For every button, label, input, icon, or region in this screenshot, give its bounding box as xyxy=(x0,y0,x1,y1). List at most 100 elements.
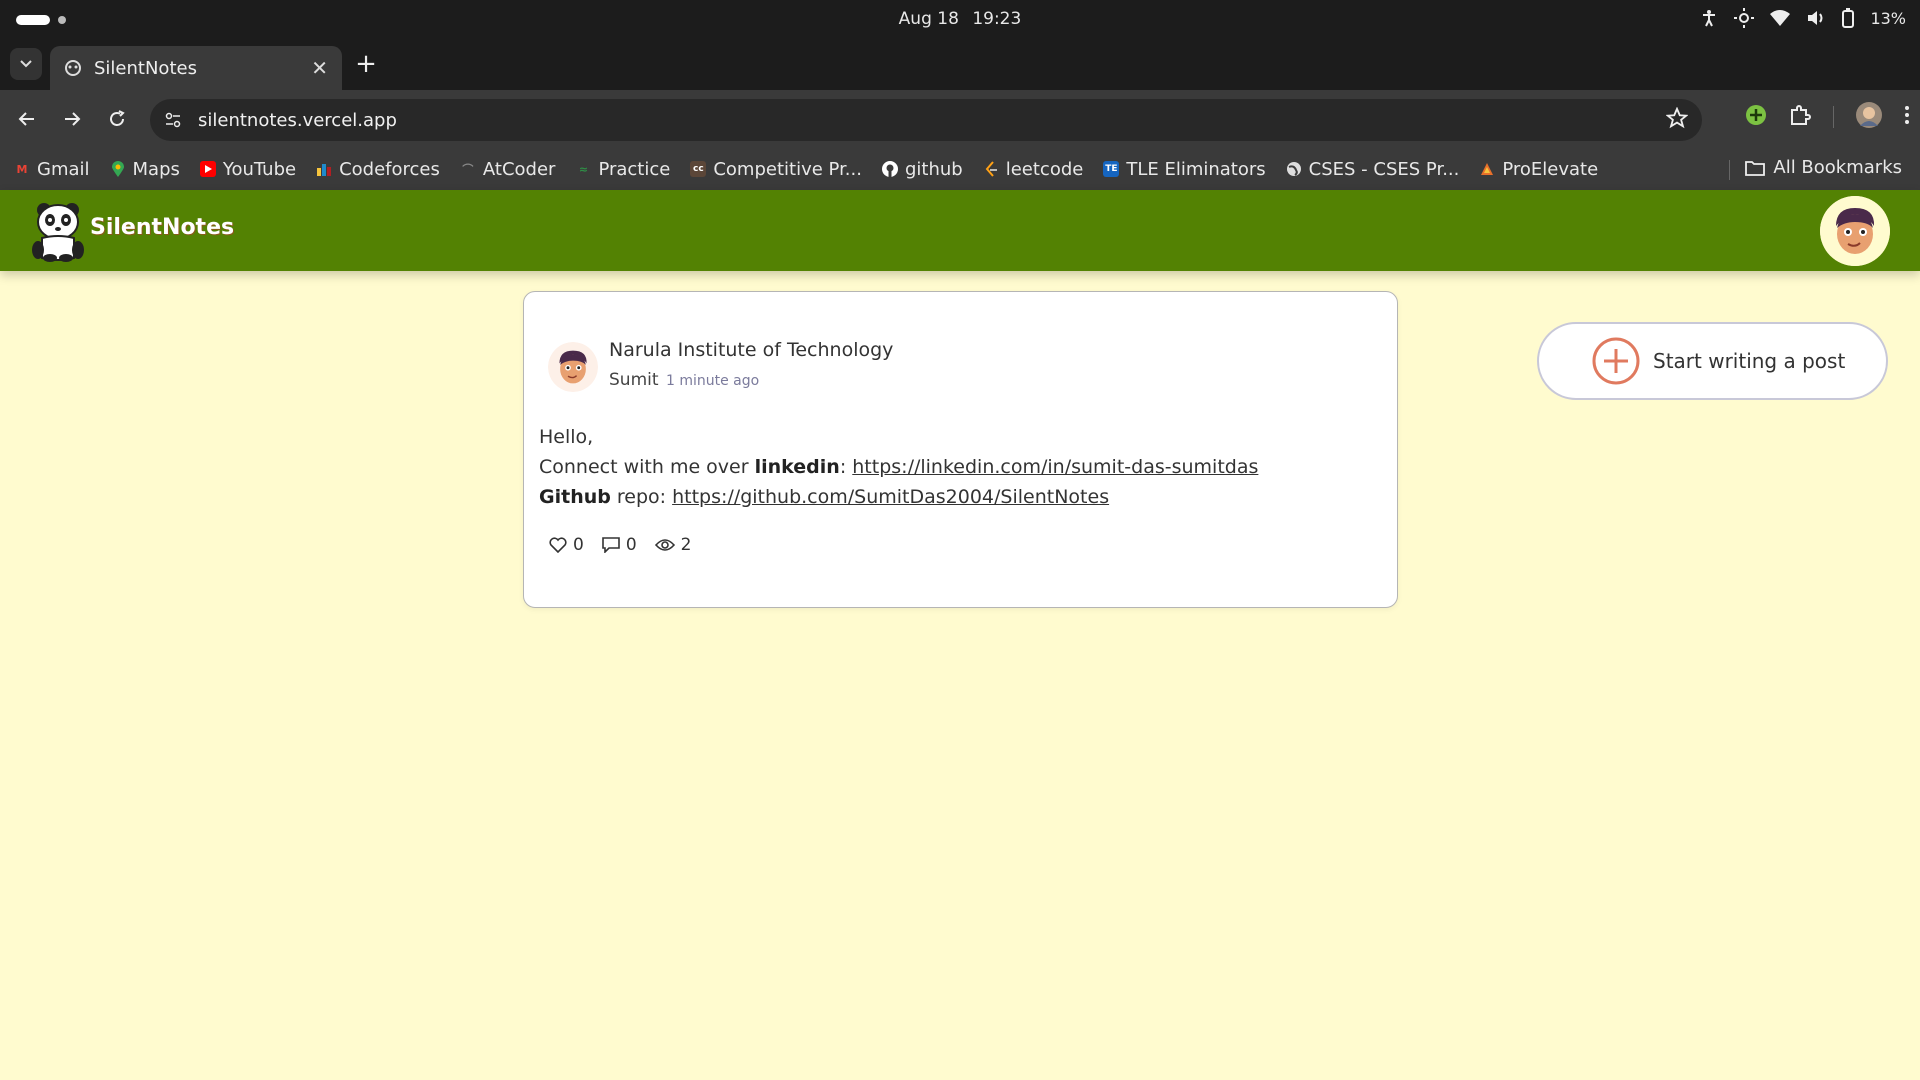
back-button[interactable] xyxy=(12,104,42,134)
accessibility-icon xyxy=(1700,9,1718,27)
codeforces-icon xyxy=(316,161,332,177)
browser-toolbar: silentnotes.vercel.app xyxy=(0,90,1920,148)
all-bookmarks-button[interactable]: All Bookmarks xyxy=(1745,157,1902,178)
bookmark-label: Codeforces xyxy=(339,158,440,180)
url-text: silentnotes.vercel.app xyxy=(198,109,397,131)
bookmarks-separator xyxy=(1729,160,1730,180)
user-avatar[interactable] xyxy=(1820,196,1890,266)
bookmark-label: Competitive Pr... xyxy=(713,158,862,180)
brightness-icon xyxy=(1734,8,1755,28)
toolbar-actions xyxy=(1745,102,1910,132)
all-bookmarks-label: All Bookmarks xyxy=(1773,157,1902,178)
post-author-avatar[interactable] xyxy=(548,342,598,392)
bookmark-cses[interactable]: CSES - CSES Pr... xyxy=(1286,158,1460,180)
youtube-icon xyxy=(199,161,216,177)
address-bar[interactable]: silentnotes.vercel.app xyxy=(150,99,1702,141)
bookmark-gmail[interactable]: M Gmail xyxy=(14,159,90,180)
bookmark-label: AtCoder xyxy=(482,158,556,180)
tab-title: SilentNotes xyxy=(94,57,197,79)
bookmark-label: Gmail xyxy=(37,158,90,180)
bookmark-practice[interactable]: ≈ Practice xyxy=(575,158,671,180)
post-author[interactable]: Sumit xyxy=(609,370,659,390)
brand-name[interactable]: SilentNotes xyxy=(90,215,234,240)
reload-icon xyxy=(110,110,125,126)
like-button[interactable]: 0 xyxy=(549,535,584,555)
toolbar-separator xyxy=(1833,106,1834,128)
post-line2-bold: Github xyxy=(539,486,611,508)
volume-icon xyxy=(1806,9,1826,27)
bookmark-label: leetcode xyxy=(1005,158,1084,180)
globe-icon xyxy=(1286,161,1302,177)
bookmark-label: TLE Eliminators xyxy=(1126,158,1266,180)
tab-search-button[interactable] xyxy=(10,48,42,80)
bookmark-label: Maps xyxy=(132,158,180,180)
battery-percent: 13% xyxy=(1870,8,1906,28)
reload-button[interactable] xyxy=(102,104,132,134)
more-menu-icon[interactable] xyxy=(1904,104,1910,130)
extensions-puzzle-icon[interactable] xyxy=(1789,104,1811,130)
bookmark-competitive[interactable]: cc Competitive Pr... xyxy=(690,159,862,180)
bookmark-maps[interactable]: Maps xyxy=(110,159,180,180)
profile-avatar[interactable] xyxy=(1856,102,1882,132)
atcoder-icon: ⌒ xyxy=(462,163,474,176)
bookmark-tle[interactable]: TE TLE Eliminators xyxy=(1103,158,1266,180)
bookmark-proelevate[interactable]: ProElevate xyxy=(1479,159,1598,180)
bookmark-label: YouTube xyxy=(222,158,297,180)
os-top-bar: Aug 18 19:23 13% xyxy=(0,0,1920,40)
post-line-github: Github repo: https://github.com/SumitDas… xyxy=(539,482,1258,512)
system-tray[interactable]: 13% xyxy=(1700,8,1906,28)
post-body: Hello, Connect with me over linkedin: ht… xyxy=(539,422,1258,512)
bookmark-star-icon[interactable] xyxy=(1665,106,1689,134)
proelevate-icon xyxy=(1479,161,1495,177)
arrow-right-icon xyxy=(65,112,81,126)
post-greeting: Hello, xyxy=(539,426,594,448)
post-card[interactable]: Narula Institute of Technology Sumit 1 m… xyxy=(523,291,1398,608)
panda-favicon-icon xyxy=(64,59,82,77)
app-header: SilentNotes xyxy=(0,190,1920,271)
post-timestamp: 1 minute ago xyxy=(666,373,760,389)
site-info-icon[interactable] xyxy=(164,111,182,129)
linkedin-link[interactable]: https://linkedin.com/in/sumit-das-sumitd… xyxy=(852,456,1258,478)
post-line1-prefix: Connect with me over xyxy=(539,456,755,478)
github-icon xyxy=(881,161,898,177)
new-tab-button[interactable]: + xyxy=(352,49,380,79)
start-writing-button[interactable]: Start writing a post xyxy=(1537,322,1888,400)
practice-icon: ≈ xyxy=(578,162,589,176)
start-writing-label: Start writing a post xyxy=(1653,349,1846,373)
post-stats: 0 0 2 xyxy=(549,535,691,555)
os-clock[interactable]: Aug 18 19:23 xyxy=(0,9,1920,29)
tab-silentnotes[interactable]: SilentNotes ✕ xyxy=(50,46,342,90)
battery-icon xyxy=(1842,8,1855,28)
bookmark-github[interactable]: github xyxy=(881,158,963,180)
post-line1-bold: linkedin xyxy=(754,456,840,478)
forward-button[interactable] xyxy=(57,104,87,134)
plus-icon: + xyxy=(355,49,377,79)
chevron-down-icon xyxy=(20,60,32,68)
extension-add-icon[interactable] xyxy=(1745,104,1767,130)
bookmark-atcoder[interactable]: ⌒ AtCoder xyxy=(460,158,556,180)
bookmarks-bar: M Gmail Maps YouTube Codeforces ⌒ AtCoder … xyxy=(0,148,1920,190)
github-link[interactable]: https://github.com/SumitDas2004/SilentNo… xyxy=(672,486,1109,508)
heart-icon xyxy=(549,537,567,553)
maps-icon xyxy=(110,161,126,177)
comment-count: 0 xyxy=(625,535,637,555)
comment-button[interactable]: 0 xyxy=(602,535,637,555)
bookmark-youtube[interactable]: YouTube xyxy=(199,158,297,180)
os-time: 19:23 xyxy=(972,9,1022,29)
bookmark-label: Practice xyxy=(598,158,671,180)
bookmark-label: CSES - CSES Pr... xyxy=(1308,158,1460,180)
folder-icon xyxy=(1745,160,1766,176)
bookmark-codeforces[interactable]: Codeforces xyxy=(316,159,440,180)
eye-icon xyxy=(654,539,675,551)
bookmark-label: github xyxy=(904,158,963,180)
close-tab-icon[interactable]: ✕ xyxy=(311,56,328,80)
panda-logo-icon[interactable] xyxy=(28,200,90,266)
post-line2-text: repo: xyxy=(610,486,673,508)
tab-strip: SilentNotes ✕ + xyxy=(0,40,1920,90)
post-line1-sep: : xyxy=(839,456,853,478)
bookmark-leetcode[interactable]: leetcode xyxy=(983,158,1084,180)
plus-circle-icon xyxy=(1591,336,1641,386)
post-line-linkedin: Connect with me over linkedin: https://l… xyxy=(539,452,1258,482)
gmail-icon: M xyxy=(16,162,28,176)
post-organization: Narula Institute of Technology xyxy=(609,339,894,361)
